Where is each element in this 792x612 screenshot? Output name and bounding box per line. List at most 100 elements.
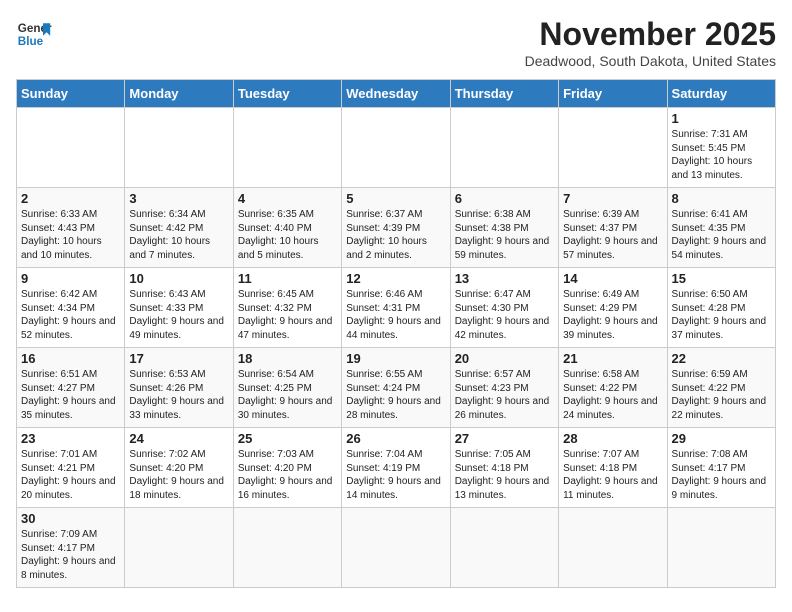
day-info: Sunrise: 7:03 AM Sunset: 4:20 PM Dayligh…: [238, 448, 337, 502]
day-number: 19: [346, 351, 445, 366]
day-number: 7: [563, 191, 662, 206]
calendar-cell: 28 Sunrise: 7:07 AM Sunset: 4:18 PM Dayli…: [559, 428, 667, 508]
calendar-cell: 25Sunrise: 7:03 AM Sunset: 4:20 PM Dayli…: [233, 428, 341, 508]
day-number: 11: [238, 271, 337, 286]
svg-text:Blue: Blue: [18, 35, 44, 48]
calendar-cell: [342, 508, 450, 588]
calendar-cell: [450, 508, 558, 588]
weekday-header-friday: Friday: [559, 80, 667, 108]
calendar-cell: [233, 508, 341, 588]
day-number: 17: [129, 351, 228, 366]
day-number: 14: [563, 271, 662, 286]
calendar-cell: [233, 108, 341, 188]
day-info: Sunrise: 6:47 AM Sunset: 4:30 PM Dayligh…: [455, 288, 554, 342]
day-number: 24: [129, 431, 228, 446]
calendar-cell: [667, 508, 775, 588]
calendar-cell: [17, 108, 125, 188]
title-block: November 2025 Deadwood, South Dakota, Un…: [525, 16, 776, 69]
weekday-header-wednesday: Wednesday: [342, 80, 450, 108]
calendar-cell: 13 Sunrise: 6:47 AM Sunset: 4:30 PM Dayli…: [450, 268, 558, 348]
calendar-cell: 30Sunrise: 7:09 AM Sunset: 4:17 PM Dayli…: [17, 508, 125, 588]
calendar-cell: 12Sunrise: 6:46 AM Sunset: 4:31 PM Dayli…: [342, 268, 450, 348]
day-number: 9: [21, 271, 120, 286]
day-number: 20: [455, 351, 554, 366]
day-number: 21: [563, 351, 662, 366]
day-number: 30: [21, 511, 120, 526]
calendar-cell: 29 Sunrise: 7:08 AM Sunset: 4:17 PM Dayli…: [667, 428, 775, 508]
day-info: Sunrise: 6:55 AM Sunset: 4:24 PM Dayligh…: [346, 368, 445, 422]
day-info: Sunrise: 7:01 AM Sunset: 4:21 PM Dayligh…: [21, 448, 120, 502]
calendar-cell: 2 Sunrise: 6:33 AM Sunset: 4:43 PM Daylig…: [17, 188, 125, 268]
calendar-cell: [342, 108, 450, 188]
calendar-week-2: 2 Sunrise: 6:33 AM Sunset: 4:43 PM Daylig…: [17, 188, 776, 268]
calendar-cell: 21 Sunrise: 6:58 AM Sunset: 4:22 PM Dayli…: [559, 348, 667, 428]
calendar-cell: 22 Sunrise: 6:59 AM Sunset: 4:22 PM Dayli…: [667, 348, 775, 428]
page-header: General Blue November 2025 Deadwood, Sou…: [16, 16, 776, 69]
calendar-cell: 4 Sunrise: 6:35 AM Sunset: 4:40 PM Daylig…: [233, 188, 341, 268]
day-info: Sunrise: 6:37 AM Sunset: 4:39 PM Dayligh…: [346, 208, 445, 262]
calendar-cell: 15 Sunrise: 6:50 AM Sunset: 4:28 PM Dayli…: [667, 268, 775, 348]
day-info: Sunrise: 6:49 AM Sunset: 4:29 PM Dayligh…: [563, 288, 662, 342]
calendar-cell: 24 Sunrise: 7:02 AM Sunset: 4:20 PM Dayli…: [125, 428, 233, 508]
calendar-cell: 8Sunrise: 6:41 AM Sunset: 4:35 PM Daylig…: [667, 188, 775, 268]
calendar-week-1: 1Sunrise: 7:31 AM Sunset: 5:45 PM Daylig…: [17, 108, 776, 188]
calendar-cell: [559, 508, 667, 588]
day-info: Sunrise: 6:34 AM Sunset: 4:42 PM Dayligh…: [129, 208, 228, 262]
day-number: 27: [455, 431, 554, 446]
calendar-cell: [559, 108, 667, 188]
calendar-week-5: 23 Sunrise: 7:01 AM Sunset: 4:21 PM Dayli…: [17, 428, 776, 508]
day-info: Sunrise: 7:08 AM Sunset: 4:17 PM Dayligh…: [672, 448, 771, 502]
day-number: 29: [672, 431, 771, 446]
day-info: Sunrise: 6:53 AM Sunset: 4:26 PM Dayligh…: [129, 368, 228, 422]
calendar-table: SundayMondayTuesdayWednesdayThursdayFrid…: [16, 79, 776, 588]
calendar-cell: [125, 108, 233, 188]
month-title: November 2025: [525, 16, 776, 53]
day-info: Sunrise: 6:43 AM Sunset: 4:33 PM Dayligh…: [129, 288, 228, 342]
day-info: Sunrise: 6:33 AM Sunset: 4:43 PM Dayligh…: [21, 208, 120, 262]
day-number: 5: [346, 191, 445, 206]
day-number: 2: [21, 191, 120, 206]
day-number: 6: [455, 191, 554, 206]
day-number: 1: [672, 111, 771, 126]
calendar-cell: 11 Sunrise: 6:45 AM Sunset: 4:32 PM Dayli…: [233, 268, 341, 348]
weekday-header-saturday: Saturday: [667, 80, 775, 108]
day-info: Sunrise: 6:50 AM Sunset: 4:28 PM Dayligh…: [672, 288, 771, 342]
day-number: 22: [672, 351, 771, 366]
day-info: Sunrise: 6:35 AM Sunset: 4:40 PM Dayligh…: [238, 208, 337, 262]
calendar-cell: 18Sunrise: 6:54 AM Sunset: 4:25 PM Dayli…: [233, 348, 341, 428]
day-number: 13: [455, 271, 554, 286]
day-info: Sunrise: 7:07 AM Sunset: 4:18 PM Dayligh…: [563, 448, 662, 502]
calendar-cell: 9 Sunrise: 6:42 AM Sunset: 4:34 PM Daylig…: [17, 268, 125, 348]
weekday-header-monday: Monday: [125, 80, 233, 108]
day-info: Sunrise: 6:45 AM Sunset: 4:32 PM Dayligh…: [238, 288, 337, 342]
day-number: 15: [672, 271, 771, 286]
calendar-cell: 27 Sunrise: 7:05 AM Sunset: 4:18 PM Dayli…: [450, 428, 558, 508]
day-info: Sunrise: 7:05 AM Sunset: 4:18 PM Dayligh…: [455, 448, 554, 502]
weekday-header-sunday: Sunday: [17, 80, 125, 108]
calendar-cell: 20 Sunrise: 6:57 AM Sunset: 4:23 PM Dayli…: [450, 348, 558, 428]
calendar-cell: 16 Sunrise: 6:51 AM Sunset: 4:27 PM Dayli…: [17, 348, 125, 428]
calendar-cell: [125, 508, 233, 588]
day-number: 23: [21, 431, 120, 446]
location-title: Deadwood, South Dakota, United States: [525, 53, 776, 69]
day-info: Sunrise: 6:59 AM Sunset: 4:22 PM Dayligh…: [672, 368, 771, 422]
day-info: Sunrise: 6:57 AM Sunset: 4:23 PM Dayligh…: [455, 368, 554, 422]
calendar-cell: 26Sunrise: 7:04 AM Sunset: 4:19 PM Dayli…: [342, 428, 450, 508]
day-number: 16: [21, 351, 120, 366]
day-number: 28: [563, 431, 662, 446]
day-info: Sunrise: 6:58 AM Sunset: 4:22 PM Dayligh…: [563, 368, 662, 422]
day-info: Sunrise: 6:42 AM Sunset: 4:34 PM Dayligh…: [21, 288, 120, 342]
weekday-header-thursday: Thursday: [450, 80, 558, 108]
logo-icon: General Blue: [16, 16, 52, 52]
day-number: 4: [238, 191, 337, 206]
day-number: 8: [672, 191, 771, 206]
calendar-cell: 3 Sunrise: 6:34 AM Sunset: 4:42 PM Daylig…: [125, 188, 233, 268]
calendar-week-4: 16 Sunrise: 6:51 AM Sunset: 4:27 PM Dayli…: [17, 348, 776, 428]
calendar-week-6: 30Sunrise: 7:09 AM Sunset: 4:17 PM Dayli…: [17, 508, 776, 588]
day-number: 3: [129, 191, 228, 206]
day-info: Sunrise: 7:02 AM Sunset: 4:20 PM Dayligh…: [129, 448, 228, 502]
day-info: Sunrise: 6:51 AM Sunset: 4:27 PM Dayligh…: [21, 368, 120, 422]
day-info: Sunrise: 6:54 AM Sunset: 4:25 PM Dayligh…: [238, 368, 337, 422]
day-info: Sunrise: 6:38 AM Sunset: 4:38 PM Dayligh…: [455, 208, 554, 262]
day-info: Sunrise: 6:46 AM Sunset: 4:31 PM Dayligh…: [346, 288, 445, 342]
